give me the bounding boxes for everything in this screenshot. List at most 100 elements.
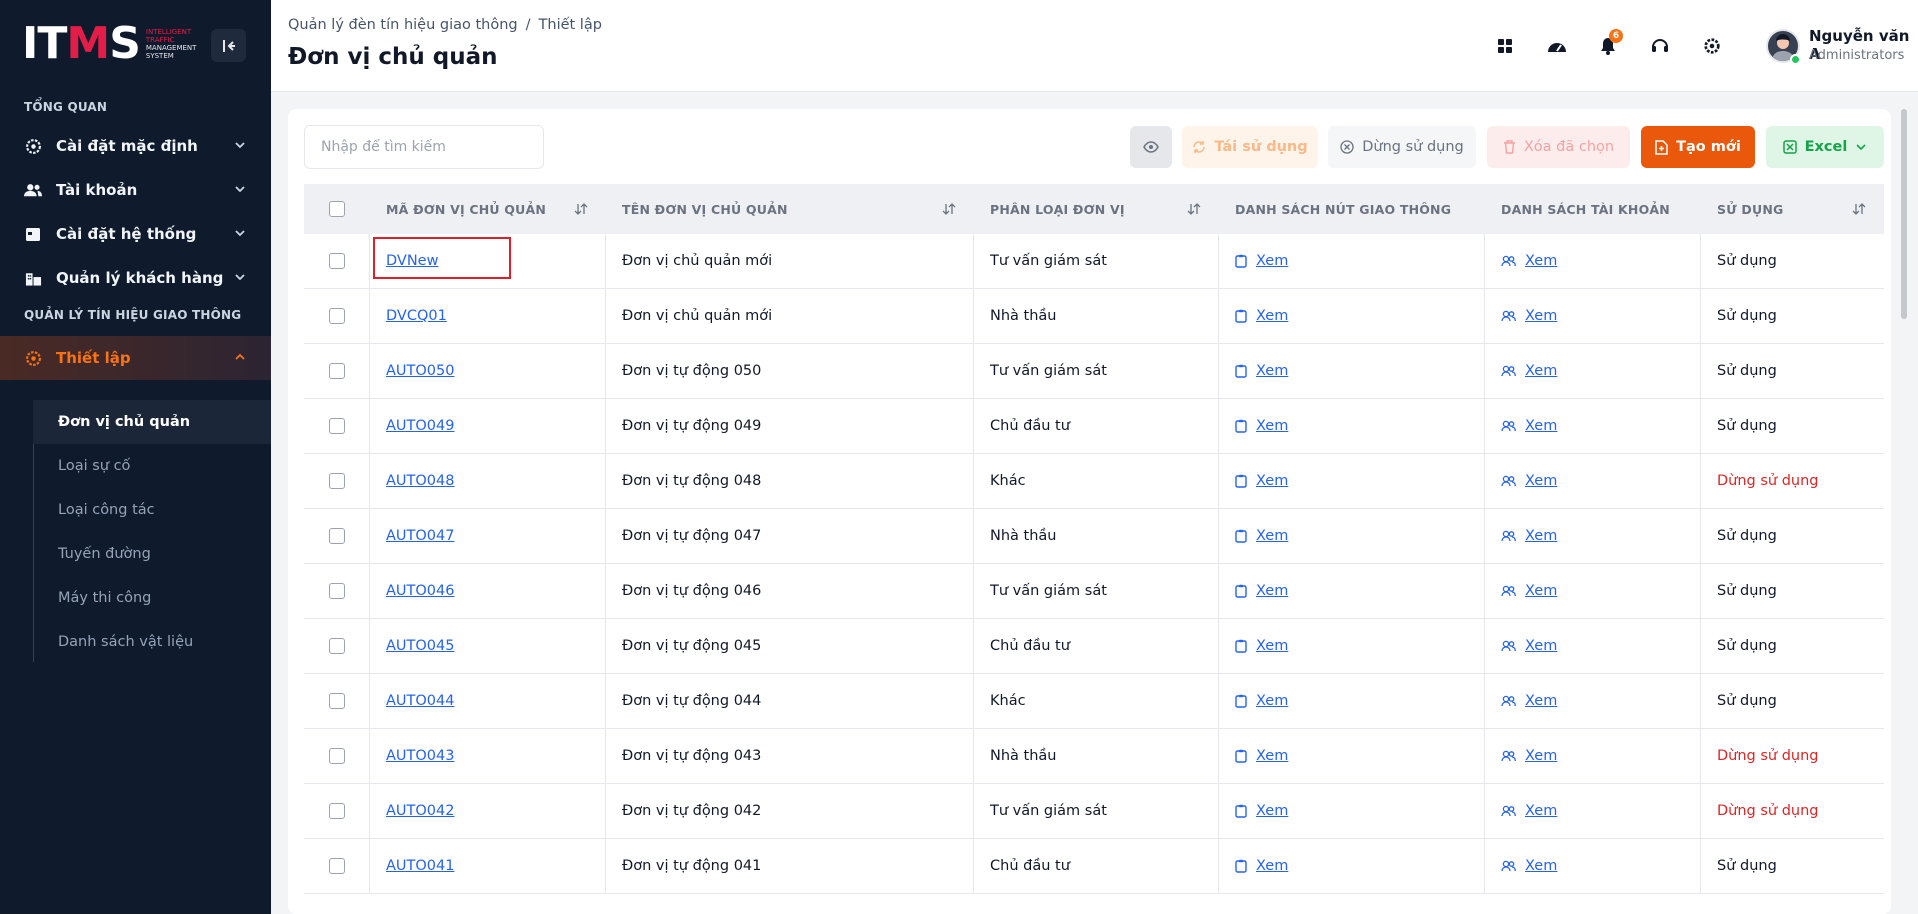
- view-intersections-link[interactable]: Xem: [1235, 583, 1288, 599]
- view-accounts-link[interactable]: Xem: [1501, 363, 1557, 379]
- view-intersections-link[interactable]: Xem: [1235, 418, 1288, 434]
- unit-code-link[interactable]: AUTO046: [386, 583, 454, 599]
- view-intersections-link[interactable]: Xem: [1235, 253, 1288, 269]
- dashboard-button[interactable]: [1544, 33, 1570, 59]
- unit-code-link[interactable]: AUTO041: [386, 858, 454, 874]
- logo-part: M: [66, 18, 110, 69]
- unit-code-link[interactable]: AUTO047: [386, 528, 454, 544]
- unit-code-link[interactable]: AUTO050: [386, 363, 454, 379]
- view-accounts-link[interactable]: Xem: [1501, 803, 1557, 819]
- unit-type: Tư vấn giám sát: [990, 803, 1107, 819]
- view-accounts-link[interactable]: Xem: [1501, 473, 1557, 489]
- sidebar-item-setup[interactable]: Thiết lập: [0, 336, 271, 380]
- sidebar-subitem-machines[interactable]: Máy thi công: [0, 576, 271, 620]
- view-intersections-link[interactable]: Xem: [1235, 308, 1288, 324]
- cell-intersections: Xem: [1219, 564, 1485, 618]
- row-checkbox[interactable]: [328, 253, 345, 269]
- sort-icon[interactable]: [1187, 203, 1201, 215]
- sidebar-subitem-routes[interactable]: Tuyến đường: [0, 532, 271, 576]
- view-accounts-link[interactable]: Xem: [1501, 528, 1557, 544]
- breadcrumb: Quản lý đèn tín hiệu giao thông / Thiết …: [288, 17, 602, 33]
- row-checkbox[interactable]: [328, 693, 345, 709]
- sort-icon[interactable]: [574, 203, 588, 215]
- row-checkbox[interactable]: [328, 638, 345, 654]
- view-accounts-link[interactable]: Xem: [1501, 748, 1557, 764]
- unit-code-link[interactable]: AUTO043: [386, 748, 454, 764]
- row-checkbox[interactable]: [328, 528, 345, 544]
- header-name[interactable]: TÊN ĐƠN VỊ CHỦ QUẢN: [606, 184, 974, 234]
- toggle-columns-button[interactable]: [1130, 126, 1172, 168]
- page-scrollbar[interactable]: [1901, 109, 1907, 319]
- row-checkbox[interactable]: [328, 473, 345, 489]
- breadcrumb-parent[interactable]: Quản lý đèn tín hiệu giao thông: [288, 17, 518, 33]
- unit-code-link[interactable]: AUTO049: [386, 418, 454, 434]
- unit-code-link[interactable]: AUTO048: [386, 473, 454, 489]
- unit-code-link[interactable]: AUTO044: [386, 693, 454, 709]
- sidebar-item-customers[interactable]: Quản lý khách hàng: [0, 256, 271, 300]
- unit-name: Đơn vị tự động 043: [622, 748, 762, 764]
- sidebar-item-accounts[interactable]: Tài khoản: [0, 168, 271, 212]
- view-accounts-link[interactable]: Xem: [1501, 583, 1557, 599]
- unit-code-link[interactable]: AUTO042: [386, 803, 454, 819]
- view-label: Xem: [1256, 308, 1289, 324]
- view-label: Xem: [1256, 583, 1289, 599]
- sidebar-item-default-settings[interactable]: Cài đặt mặc định: [0, 124, 271, 168]
- sidebar-subitem-materials[interactable]: Danh sách vật liệu: [0, 620, 271, 664]
- table-header: MÃ ĐƠN VỊ CHỦ QUẢN TÊN ĐƠN VỊ CHỦ QUẢN P…: [304, 184, 1884, 234]
- settings-button[interactable]: [1699, 33, 1725, 59]
- sidebar-item-system-settings[interactable]: Cài đặt hệ thống: [0, 212, 271, 256]
- row-checkbox[interactable]: [328, 583, 345, 599]
- unit-code-link[interactable]: AUTO045: [386, 638, 454, 654]
- row-checkbox[interactable]: [328, 748, 345, 764]
- logo-part: S: [109, 18, 141, 69]
- sort-icon[interactable]: [1852, 203, 1866, 215]
- view-intersections-link[interactable]: Xem: [1235, 363, 1288, 379]
- view-intersections-link[interactable]: Xem: [1235, 528, 1288, 544]
- delete-selected-button[interactable]: Xóa đã chọn: [1487, 126, 1630, 168]
- view-intersections-link[interactable]: Xem: [1235, 638, 1288, 654]
- sidebar-subitem-incident-types[interactable]: Loại sự cố: [0, 444, 271, 488]
- stop-using-button[interactable]: Dừng sử dụng: [1328, 126, 1476, 168]
- row-select-cell: [304, 454, 370, 508]
- view-accounts-link[interactable]: Xem: [1501, 418, 1557, 434]
- row-checkbox[interactable]: [328, 363, 345, 379]
- sidebar-subitem-owner-units[interactable]: Đơn vị chủ quản: [33, 400, 271, 444]
- unit-code-link[interactable]: DVCQ01: [386, 308, 447, 324]
- users-icon: [1501, 860, 1516, 872]
- support-button[interactable]: [1647, 33, 1673, 59]
- header-status[interactable]: SỬ DỤNG: [1701, 184, 1884, 234]
- row-checkbox[interactable]: [328, 803, 345, 819]
- excel-button[interactable]: Excel: [1766, 126, 1884, 168]
- create-new-button[interactable]: Tạo mới: [1641, 126, 1755, 168]
- unit-type: Chủ đầu tư: [990, 858, 1070, 874]
- cell-accounts: Xem: [1485, 729, 1701, 783]
- sidebar-subitem-work-types[interactable]: Loại công tác: [0, 488, 271, 532]
- view-accounts-link[interactable]: Xem: [1501, 858, 1557, 874]
- view-intersections-link[interactable]: Xem: [1235, 803, 1288, 819]
- header-intersections: DANH SÁCH NÚT GIAO THÔNG: [1219, 184, 1485, 234]
- collapse-sidebar-button[interactable]: [211, 29, 246, 62]
- users-icon: [1501, 365, 1516, 377]
- row-checkbox[interactable]: [328, 418, 345, 434]
- view-intersections-link[interactable]: Xem: [1235, 473, 1288, 489]
- unit-name: Đơn vị chủ quản mới: [622, 253, 773, 269]
- view-intersections-link[interactable]: Xem: [1235, 748, 1288, 764]
- row-checkbox[interactable]: [328, 858, 345, 874]
- apps-button[interactable]: [1492, 33, 1518, 59]
- sort-icon[interactable]: [942, 203, 956, 215]
- breadcrumb-current[interactable]: Thiết lập: [539, 17, 602, 33]
- search-input[interactable]: [304, 125, 544, 169]
- view-intersections-link[interactable]: Xem: [1235, 693, 1288, 709]
- view-label: Xem: [1525, 693, 1558, 709]
- view-intersections-link[interactable]: Xem: [1235, 858, 1288, 874]
- notifications-button[interactable]: 6: [1595, 29, 1623, 59]
- view-accounts-link[interactable]: Xem: [1501, 638, 1557, 654]
- view-accounts-link[interactable]: Xem: [1501, 308, 1557, 324]
- select-all-checkbox[interactable]: [329, 201, 345, 217]
- view-accounts-link[interactable]: Xem: [1501, 693, 1557, 709]
- row-checkbox[interactable]: [328, 308, 345, 324]
- reuse-button[interactable]: Tái sử dụng: [1182, 126, 1318, 168]
- header-code[interactable]: MÃ ĐƠN VỊ CHỦ QUẢN: [370, 184, 606, 234]
- header-type[interactable]: PHÂN LOẠI ĐƠN VỊ: [974, 184, 1219, 234]
- view-accounts-link[interactable]: Xem: [1501, 253, 1557, 269]
